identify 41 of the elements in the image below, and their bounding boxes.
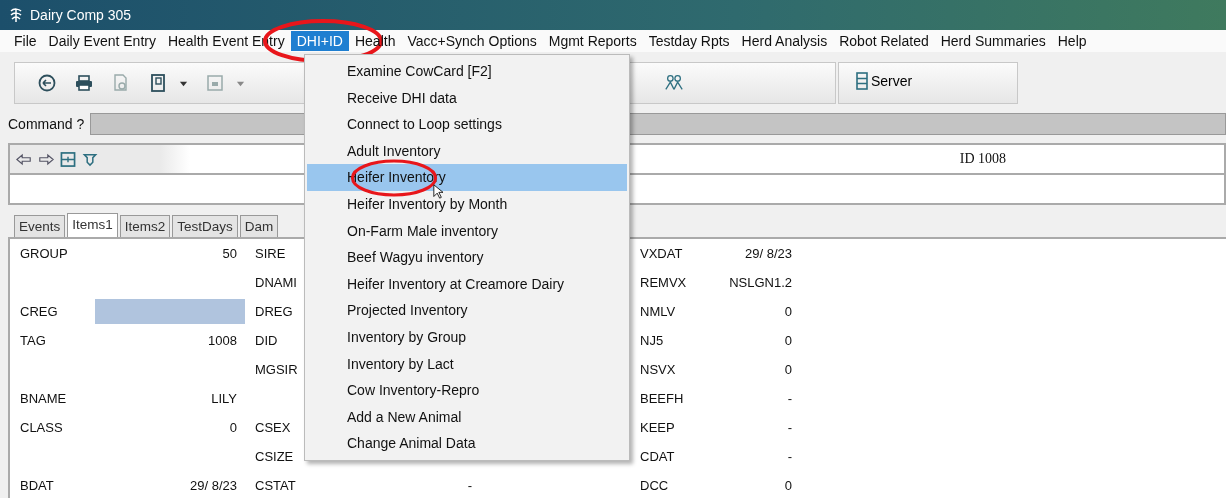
field-label: MGSIR [255,362,299,377]
field-value: - [786,420,793,435]
field-value: - [786,391,793,406]
field-label: CLASS [20,420,64,435]
field-label: BDAT [20,478,55,493]
field-value: 29/ 8/23 [189,478,238,493]
field-label: DREG [255,304,294,319]
field-label: NSVX [640,362,677,377]
field-label: CSEX [255,420,292,435]
field-label: CSIZE [255,449,295,464]
field-label: CSTAT [255,478,297,493]
field-value: 0 [783,333,793,348]
window-title: Dairy Comp 305 [30,7,132,23]
field-label: DNAMI [255,275,298,290]
field-value: 0 [783,362,793,377]
field-label: GROUP [20,246,69,261]
field-label: CREG [20,304,59,319]
field-label: TAG [20,333,47,348]
field-label: NMLV [640,304,677,319]
field-value: 1008 [207,333,238,348]
field-value: - [466,478,473,493]
animal-id: ID 1008 [959,151,1006,167]
field-label: DID [255,333,279,348]
field-label: NJ5 [640,333,665,348]
field-label: CDAT [640,449,676,464]
field-value: 0 [228,420,238,435]
field-label: DCC [640,478,670,493]
field-value: NSLGN1.2 [728,275,793,290]
field-label: KEEP [640,420,676,435]
field-label: BNAME [20,391,68,406]
field-value: LILY [210,391,238,406]
field-value: 50 [221,246,238,261]
command-label: Command ? [8,116,85,132]
field-label: REMVX [640,275,688,290]
field-value: 0 [783,478,793,493]
field-label: SIRE [255,246,287,261]
field-label: BEEFH [640,391,685,406]
field-label: VXDAT [640,246,684,261]
field-value: 29/ 8/23 [744,246,793,261]
field-value: - [786,449,793,464]
field-value: 0 [783,304,793,319]
